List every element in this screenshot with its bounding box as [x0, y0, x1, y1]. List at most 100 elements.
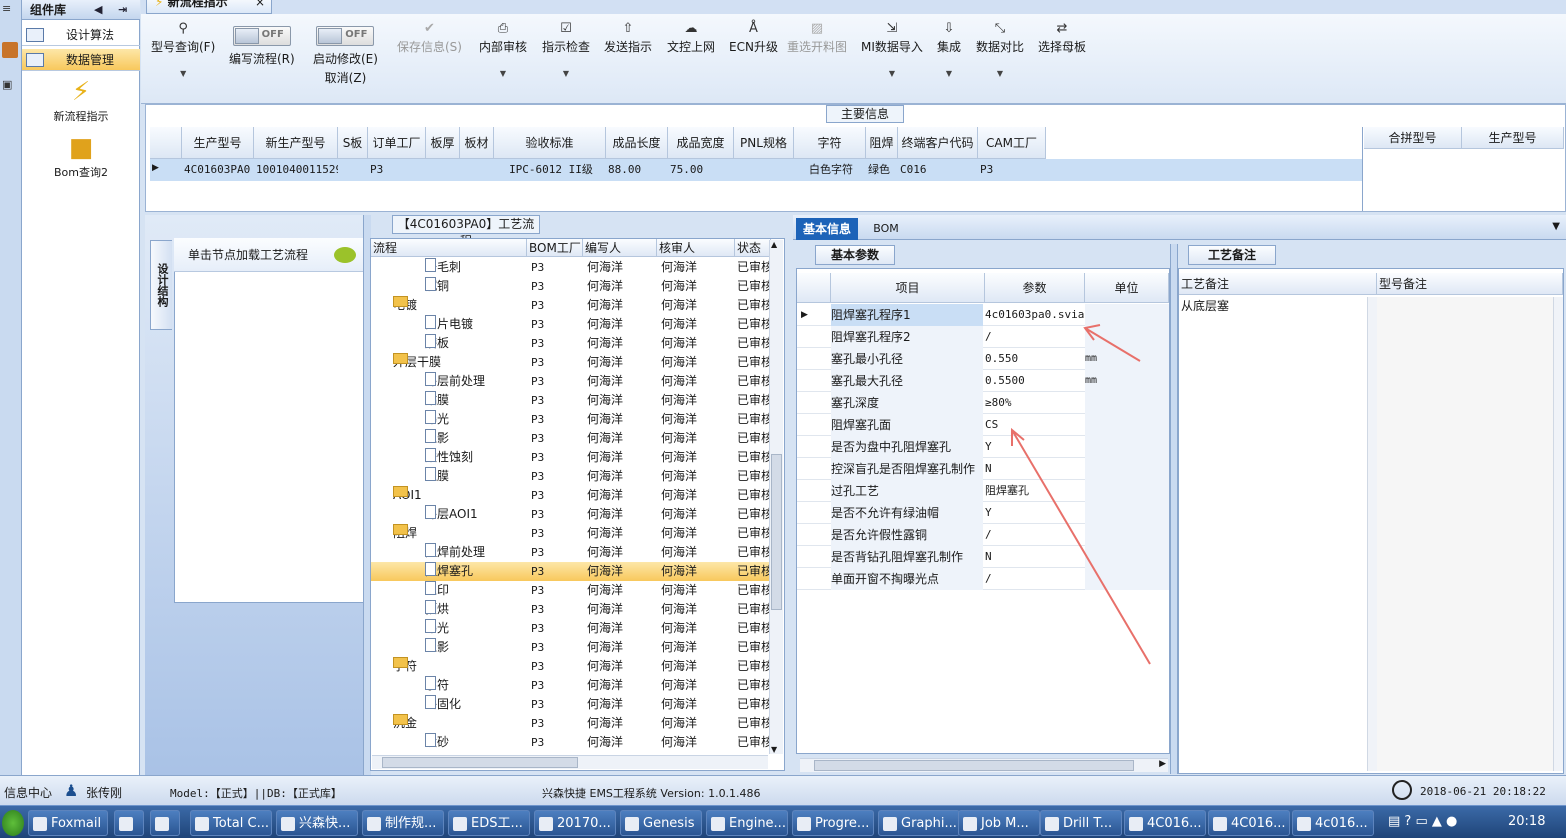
sidebar-item-design[interactable]: 设计算法: [22, 24, 140, 46]
type-query-button[interactable]: ⚲ 型号查询(F) ▼: [151, 20, 215, 78]
column-header[interactable]: 生产型号: [1462, 127, 1564, 149]
chevron-down-icon[interactable]: ▼: [861, 69, 923, 78]
menu-icon[interactable]: ≡: [2, 2, 18, 18]
toggle-switch[interactable]: OFF: [232, 26, 291, 46]
tree-row[interactable]: −沉金 P3 何海洋 何海洋 已审核: [371, 714, 771, 733]
table-cell[interactable]: [338, 159, 368, 181]
tree-row[interactable]: 去毛刺 P3 何海洋 何海洋 已审核: [371, 258, 771, 277]
param-value[interactable]: /: [985, 326, 1083, 348]
tab-bom[interactable]: BOM: [866, 218, 906, 240]
tree-row[interactable]: 外层前处理 P3 何海洋 何海洋 已审核: [371, 372, 771, 391]
param-row[interactable]: 塞孔最大孔径 0.5500 mm: [797, 370, 1169, 392]
tray-icons[interactable]: ▤ ? ▭ ▲ ●: [1388, 814, 1457, 829]
bom-query-shortcut[interactable]: ■ Bom查询2: [22, 132, 140, 180]
param-row[interactable]: 阻焊塞孔面 CS: [797, 414, 1169, 436]
select-mother-button[interactable]: ⇄ 选择母板: [1038, 20, 1086, 55]
param-row[interactable]: 是否背钻孔阻焊塞孔制作 N: [797, 546, 1169, 568]
info-center-link[interactable]: 信息中心: [4, 784, 52, 801]
tree-row[interactable]: −外层干膜 P3 何海洋 何海洋 已审核: [371, 353, 771, 372]
tree-row[interactable]: −AOI1 P3 何海洋 何海洋 已审核: [371, 486, 771, 505]
save-info-button[interactable]: ✔ 保存信息(S): [397, 20, 462, 55]
column-header[interactable]: 成品宽度: [668, 127, 734, 159]
splitter[interactable]: [1170, 244, 1178, 774]
taskbar-button[interactable]: 兴森快...: [276, 810, 358, 836]
param-row[interactable]: 过孔工艺 阻焊塞孔: [797, 480, 1169, 502]
chevron-down-icon[interactable]: ▼: [937, 69, 961, 78]
table-cell[interactable]: 绿色: [866, 159, 898, 181]
model-note-area[interactable]: [1377, 297, 1553, 771]
vertical-scrollbar[interactable]: ▲ ▼: [769, 240, 783, 754]
param-row[interactable]: ▶ 阻焊塞孔程序1 4c01603pa0.svia: [797, 304, 1169, 326]
taskbar-button[interactable]: Job M...: [958, 810, 1040, 836]
column-header[interactable]: PNL规格: [734, 127, 794, 159]
param-value[interactable]: 0.550: [985, 348, 1083, 370]
toggle-switch[interactable]: OFF: [316, 26, 375, 46]
column-header[interactable]: 工艺备注: [1179, 273, 1377, 295]
tab-design-structure[interactable]: 设计结构: [150, 240, 172, 330]
chevron-down-icon[interactable]: ▼: [976, 69, 1024, 78]
column-header[interactable]: 阻焊: [866, 127, 898, 159]
tree-row[interactable]: 显影 P3 何海洋 何海洋 已审核: [371, 429, 771, 448]
taskbar-button[interactable]: 4c016...: [1292, 810, 1374, 836]
param-value[interactable]: 4c01603pa0.svia: [985, 304, 1084, 326]
param-value[interactable]: Y: [985, 436, 1083, 458]
start-button[interactable]: [2, 810, 24, 836]
horizontal-scrollbar[interactable]: ▶: [800, 758, 1168, 772]
tab-basic-params[interactable]: 基本参数: [815, 245, 895, 265]
param-value[interactable]: N: [985, 546, 1083, 568]
tree-row[interactable]: 磨板 P3 何海洋 何海洋 已审核: [371, 334, 771, 353]
param-value[interactable]: ≥80%: [985, 392, 1083, 414]
taskbar-button[interactable]: Genesis: [620, 810, 702, 836]
taskbar-button[interactable]: EDS工...: [448, 810, 530, 836]
column-header[interactable]: 单位: [1085, 273, 1169, 303]
chevron-down-icon[interactable]: ▼: [479, 69, 527, 78]
param-value[interactable]: /: [985, 524, 1083, 546]
reselect-cut-button[interactable]: ▨ 重选开料图: [787, 20, 847, 55]
param-row[interactable]: 是否为盘中孔阻焊塞孔 Y: [797, 436, 1169, 458]
taskbar-button[interactable]: Progre...: [792, 810, 874, 836]
column-header[interactable]: 状态: [735, 239, 771, 257]
tree-row[interactable]: 退膜 P3 何海洋 何海洋 已审核: [371, 467, 771, 486]
vertical-scrollbar[interactable]: [1367, 297, 1377, 771]
tree-row[interactable]: −阻焊 P3 何海洋 何海洋 已审核: [371, 524, 771, 543]
column-header[interactable]: 合拼型号: [1364, 127, 1462, 149]
tab-process-notes[interactable]: 工艺备注: [1188, 245, 1276, 265]
tree-row[interactable]: 预烘 P3 何海洋 何海洋 已审核: [371, 600, 771, 619]
taskbar-button[interactable]: Foxmail: [28, 810, 108, 836]
guide-check-button[interactable]: ☑ 指示检查 ▼: [542, 20, 590, 78]
tree-row[interactable]: 丝印 P3 何海洋 何海洋 已审核: [371, 581, 771, 600]
column-header[interactable]: 型号备注: [1377, 273, 1563, 295]
taskbar-button[interactable]: [150, 810, 180, 836]
param-row[interactable]: 控深盲孔是否阻焊塞孔制作 N: [797, 458, 1169, 480]
table-cell[interactable]: IPC-6012 II级: [494, 159, 606, 181]
column-header[interactable]: CAM工厂: [978, 127, 1046, 159]
tab-basic-info[interactable]: 基本信息: [796, 218, 858, 240]
table-cell[interactable]: [426, 159, 460, 181]
doc-upload-button[interactable]: ☁ 文控上网: [667, 20, 715, 55]
vertical-scrollbar[interactable]: [1553, 297, 1563, 771]
taskbar-button[interactable]: 4C016...: [1124, 810, 1206, 836]
send-guide-button[interactable]: ⇧ 发送指示: [604, 20, 652, 55]
table-cell[interactable]: 88.00: [606, 159, 668, 181]
param-row[interactable]: 是否不允许有绿油帽 Y: [797, 502, 1169, 524]
tree-row[interactable]: −电镀 P3 何海洋 何海洋 已审核: [371, 296, 771, 315]
tree-row[interactable]: 曝光 P3 何海洋 何海洋 已审核: [371, 619, 771, 638]
column-header[interactable]: 验收标准: [494, 127, 606, 159]
table-cell[interactable]: 10010400115296: [254, 159, 338, 181]
column-header[interactable]: 成品长度: [606, 127, 668, 159]
taskbar-button[interactable]: 4C016...: [1208, 810, 1290, 836]
taskbar-button[interactable]: 制作规...: [362, 810, 444, 836]
param-value[interactable]: /: [985, 568, 1083, 590]
param-row[interactable]: 塞孔最小孔径 0.550 mm: [797, 348, 1169, 370]
taskbar-button[interactable]: Graphi...: [878, 810, 960, 836]
printer-icon[interactable]: ▣: [2, 78, 18, 94]
chevron-down-icon[interactable]: ▼: [542, 69, 590, 78]
tree-row[interactable]: 字符 P3 何海洋 何海洋 已审核: [371, 676, 771, 695]
table-cell[interactable]: 75.00: [668, 159, 734, 181]
taskbar-button[interactable]: [114, 810, 144, 836]
tree-row[interactable]: 终固化 P3 何海洋 何海洋 已审核: [371, 695, 771, 714]
building-icon[interactable]: [2, 42, 18, 58]
column-header[interactable]: 新生产型号: [254, 127, 338, 159]
column-header[interactable]: 生产型号: [182, 127, 254, 159]
sidebar-item-data[interactable]: 数据管理: [22, 49, 140, 71]
